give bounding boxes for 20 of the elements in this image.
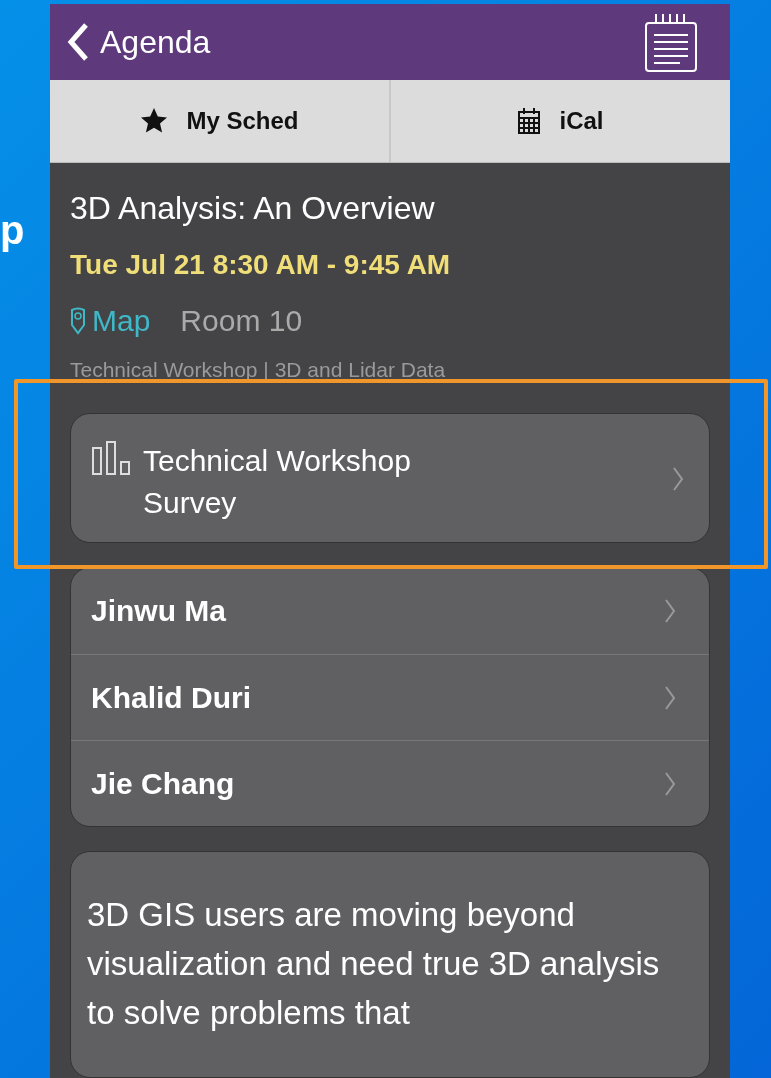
back-button[interactable]: Agenda: [66, 22, 211, 63]
map-pin-icon: [70, 307, 86, 335]
chevron-right-icon: [663, 684, 677, 711]
map-link[interactable]: Map: [70, 301, 151, 341]
chevron-right-icon: [663, 770, 677, 797]
chevron-left-icon: [66, 22, 90, 63]
session-time: Tue Jul 21 8:30 AM - 9:45 AM: [70, 248, 452, 282]
speaker-row[interactable]: Khalid Duri: [71, 654, 709, 740]
room-label: Room 10: [180, 303, 303, 339]
speaker-row[interactable]: Jinwu Ma: [71, 568, 709, 654]
session-title: 3D Analysis: An Overview: [70, 189, 436, 228]
chevron-right-icon: [663, 598, 677, 624]
session-description: 3D GIS users are moving beyond visualization and need true 3D analysis to solve problems that: [87, 895, 661, 1033]
survey-button[interactable]: Technical Workshop Survey: [70, 413, 710, 543]
calendar-icon: [517, 107, 542, 136]
slide-text: p: [0, 208, 25, 252]
chevron-right-icon: [671, 466, 685, 492]
speaker-row[interactable]: Jie Chang: [71, 740, 709, 826]
notepad-icon: [644, 11, 698, 74]
notepad-button[interactable]: [644, 11, 698, 74]
